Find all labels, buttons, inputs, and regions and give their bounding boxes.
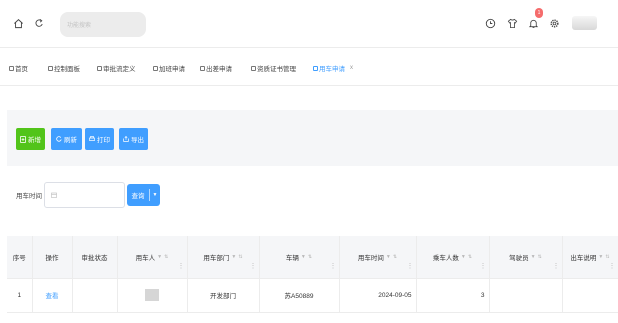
settings-icon[interactable]: [547, 16, 561, 30]
tab-dashboard[interactable]: 控制面板: [48, 63, 80, 73]
tab-label: 加班申请: [159, 66, 185, 73]
sort-icon[interactable]: ⇅: [393, 254, 397, 260]
user-name-placeholder: [145, 289, 159, 301]
filter-icon[interactable]: ▼: [301, 254, 306, 260]
home-icon[interactable]: [11, 16, 25, 30]
column-resize-handle[interactable]: ⋮: [480, 262, 487, 270]
refresh-button[interactable]: 刷新: [51, 128, 82, 150]
column-header[interactable]: 车辆 ▼ ⇅ ⋮: [259, 236, 340, 279]
query-label: 查询: [131, 193, 145, 200]
print-label: 打印: [97, 137, 110, 144]
tab-icon: [9, 65, 14, 71]
table-header-row: 序号 操作 审批状态 用车人 ▼ ⇅ ⋮ 用车部门 ▼ ⇅ ⋮ 车辆 ▼ ⇅ ⋮ 用车时间 ▼ ⇅ ⋮ …: [7, 236, 618, 279]
column-resize-handle[interactable]: ⋮: [609, 262, 616, 270]
tab-icon: [313, 65, 318, 71]
tab-home[interactable]: 首页: [9, 63, 28, 73]
refresh-label: 刷新: [64, 137, 77, 144]
export-button[interactable]: 导出: [119, 128, 148, 150]
column-resize-handle[interactable]: ⋮: [330, 262, 337, 270]
tab-label: 审批流定义: [103, 66, 136, 73]
tab-label: 用车申请: [319, 66, 345, 73]
top-header: 功能搜索 1: [0, 0, 618, 48]
column-header: 操作: [32, 236, 73, 279]
table-row[interactable]: 1 查看 开发部门 苏A50889 2024-09-05 3: [7, 278, 618, 313]
export-icon: [123, 136, 129, 142]
user-avatar[interactable]: [572, 16, 597, 30]
tab-label: 出差申请: [206, 66, 232, 73]
print-icon: [89, 136, 95, 141]
print-button[interactable]: 打印: [85, 128, 114, 150]
filter-icon[interactable]: ▼: [461, 254, 466, 260]
sort-icon[interactable]: ⇅: [468, 254, 472, 260]
row-index: 1: [7, 278, 33, 313]
add-button[interactable]: 新增: [16, 128, 45, 150]
column-header[interactable]: 出车说明 ▼ ⇅ ⋮: [562, 236, 618, 279]
vehicle-cell: 苏A50889: [259, 278, 340, 313]
filter-icon[interactable]: ▼: [386, 254, 391, 260]
tab-icon: [251, 65, 256, 71]
tab-icon: [48, 65, 53, 71]
column-header[interactable]: 用车时间 ▼ ⇅ ⋮: [339, 236, 417, 279]
search-input[interactable]: 功能搜索: [60, 12, 146, 37]
tab-certificates[interactable]: 资质证书管理: [251, 63, 296, 73]
filter-label: 用车时间: [16, 193, 42, 200]
add-label: 新增: [28, 137, 41, 144]
notification-badge: 1: [535, 8, 543, 18]
filter-icon[interactable]: ▼: [598, 254, 603, 260]
sort-icon[interactable]: ⇅: [238, 254, 242, 260]
filter-icon[interactable]: ▼: [157, 254, 162, 260]
column-header: 审批状态: [72, 236, 118, 279]
search-placeholder: 功能搜索: [67, 23, 92, 29]
data-table: 序号 操作 审批状态 用车人 ▼ ⇅ ⋮ 用车部门 ▼ ⇅ ⋮ 车辆 ▼ ⇅ ⋮ 用车时间 ▼ ⇅ ⋮ …: [7, 236, 618, 323]
sort-icon[interactable]: ⇅: [538, 254, 542, 260]
tab-close-icon[interactable]: x: [350, 65, 353, 71]
column-resize-handle[interactable]: ⋮: [407, 262, 414, 270]
bell-icon[interactable]: [526, 16, 540, 30]
approval-status: [72, 278, 118, 313]
chevron-down-icon[interactable]: ▼: [150, 192, 160, 198]
tab-icon: [97, 65, 102, 71]
sort-icon[interactable]: ⇅: [164, 254, 168, 260]
tab-approval-flow[interactable]: 审批流定义: [97, 63, 136, 73]
date-range-input[interactable]: [44, 182, 125, 208]
refresh-icon: [56, 136, 62, 142]
tab-icon: [200, 65, 205, 71]
content-spacer: [0, 86, 618, 110]
tab-vehicle-request[interactable]: 用车申请 x: [313, 63, 353, 73]
query-button[interactable]: 查询 ▼: [127, 184, 160, 206]
passengers-cell: 3: [416, 278, 490, 313]
tab-label: 控制面板: [54, 66, 80, 73]
refresh-icon[interactable]: [32, 16, 46, 30]
clock-icon[interactable]: [483, 16, 497, 30]
column-header: 序号: [7, 236, 33, 279]
column-resize-handle[interactable]: ⋮: [178, 262, 185, 270]
shirt-icon[interactable]: [505, 16, 519, 30]
view-link[interactable]: 查看: [46, 293, 59, 300]
column-header[interactable]: 驾驶员 ▼ ⇅ ⋮: [489, 236, 563, 279]
driver-cell: [489, 278, 563, 313]
sort-icon[interactable]: ⇅: [308, 254, 312, 260]
column-header[interactable]: 用车人 ▼ ⇅ ⋮: [117, 236, 188, 279]
filter-icon[interactable]: ▼: [531, 254, 536, 260]
tab-business-trip[interactable]: 出差申请: [200, 63, 232, 73]
tab-icon: [153, 65, 158, 71]
department-cell: 开发部门: [187, 278, 260, 313]
time-cell: 2024-09-05: [339, 278, 417, 313]
export-label: 导出: [131, 137, 144, 144]
sort-icon[interactable]: ⇅: [605, 254, 609, 260]
tab-overtime[interactable]: 加班申请: [153, 63, 185, 73]
column-header[interactable]: 用车部门 ▼ ⇅ ⋮: [187, 236, 260, 279]
calendar-icon: [51, 192, 57, 198]
tab-bar: 首页 控制面板 审批流定义 加班申请 出差申请 资质证书管理 用车申请 x: [0, 49, 618, 86]
column-resize-handle[interactable]: ⋮: [250, 262, 257, 270]
tab-label: 资质证书管理: [257, 66, 296, 73]
column-header[interactable]: 乘车人数 ▼ ⇅ ⋮: [416, 236, 490, 279]
column-resize-handle[interactable]: ⋮: [553, 262, 560, 270]
note-cell: [562, 278, 618, 313]
filter-icon[interactable]: ▼: [231, 254, 236, 260]
add-icon: [20, 135, 26, 143]
tab-label: 首页: [15, 66, 28, 73]
